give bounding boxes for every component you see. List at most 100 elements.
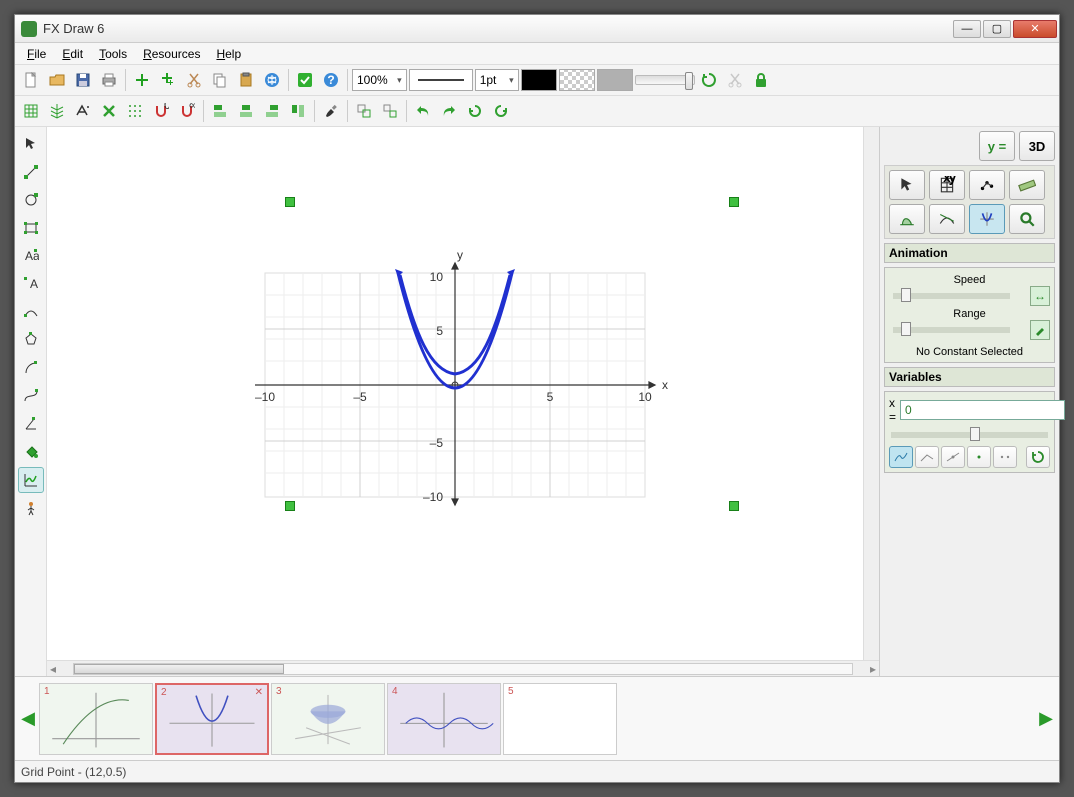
- fill-tool[interactable]: [18, 439, 44, 465]
- grid-icon[interactable]: [19, 99, 43, 123]
- menu-resources[interactable]: Resources: [135, 45, 208, 63]
- stroke-color-swatch[interactable]: [521, 69, 557, 91]
- curve-tool[interactable]: [18, 299, 44, 325]
- undo-icon[interactable]: [411, 99, 435, 123]
- rect-tool[interactable]: [18, 215, 44, 241]
- function-mode-icon[interactable]: [969, 204, 1005, 234]
- isometric-grid-icon[interactable]: [45, 99, 69, 123]
- ungroup-icon[interactable]: [378, 99, 402, 123]
- var-mode-4-icon[interactable]: [967, 446, 991, 468]
- refresh-variable-icon[interactable]: [1026, 446, 1050, 468]
- recycle-icon[interactable]: [697, 68, 721, 92]
- text-snap-icon[interactable]: [71, 99, 95, 123]
- zoom-mode-icon[interactable]: [1009, 204, 1045, 234]
- pattern-swatch[interactable]: [559, 69, 595, 91]
- thumb-1[interactable]: 1: [39, 683, 153, 755]
- check-button[interactable]: [293, 68, 317, 92]
- pointer-mode-icon[interactable]: [889, 170, 925, 200]
- maximize-button[interactable]: ▢: [983, 20, 1011, 38]
- menu-help[interactable]: Help: [208, 45, 249, 63]
- opacity-slider[interactable]: [635, 75, 695, 85]
- vertical-scrollbar[interactable]: [863, 127, 879, 660]
- window-buttons: — ▢ ✕: [953, 20, 1057, 38]
- magnet-inf-icon[interactable]: ∞: [175, 99, 199, 123]
- close-button[interactable]: ✕: [1013, 20, 1057, 38]
- y-equals-button[interactable]: y =: [979, 131, 1015, 161]
- menu-tools[interactable]: Tools: [91, 45, 135, 63]
- new-button[interactable]: [19, 68, 43, 92]
- variable-input[interactable]: [900, 400, 1065, 420]
- rotate-right-icon[interactable]: [489, 99, 513, 123]
- integral-mode-icon[interactable]: [889, 204, 925, 234]
- statusbar: Grid Point - (12,0.5): [15, 760, 1059, 782]
- horizontal-scrollbar[interactable]: ◂ ▸: [47, 660, 879, 676]
- redo-icon[interactable]: [437, 99, 461, 123]
- brush-icon[interactable]: [319, 99, 343, 123]
- polygon-tool[interactable]: [18, 327, 44, 353]
- menu-edit[interactable]: Edit: [54, 45, 91, 63]
- thumb-prev-button[interactable]: ◀: [19, 689, 37, 749]
- align-top-icon[interactable]: [286, 99, 310, 123]
- points-mode-icon[interactable]: [969, 170, 1005, 200]
- var-mode-1-icon[interactable]: [889, 446, 913, 468]
- tangent-mode-icon[interactable]: [929, 204, 965, 234]
- thumb-2[interactable]: 2✕: [155, 683, 269, 755]
- magnet-0-icon[interactable]: 0: [149, 99, 173, 123]
- minimize-button[interactable]: —: [953, 20, 981, 38]
- speed-slider[interactable]: [893, 293, 1010, 299]
- thumb-4[interactable]: 4: [387, 683, 501, 755]
- selection-handle-tl[interactable]: [285, 197, 295, 207]
- canvas[interactable]: –10–5 510 105 –5–10 x y: [47, 127, 863, 660]
- bezier-tool[interactable]: [18, 383, 44, 409]
- dots-grid-icon[interactable]: [123, 99, 147, 123]
- add-button[interactable]: [130, 68, 154, 92]
- print-button[interactable]: [97, 68, 121, 92]
- selection-handle-br[interactable]: [729, 501, 739, 511]
- selection-handle-tr[interactable]: [729, 197, 739, 207]
- person-tool[interactable]: [18, 495, 44, 521]
- add-multi-button[interactable]: [156, 68, 180, 92]
- zoom-combo[interactable]: 100%: [352, 69, 407, 91]
- thumb-5[interactable]: 5: [503, 683, 617, 755]
- edit-range-icon[interactable]: [1030, 320, 1050, 340]
- pointer-tool[interactable]: [18, 131, 44, 157]
- var-mode-2-icon[interactable]: [915, 446, 939, 468]
- thumb-3[interactable]: 3: [271, 683, 385, 755]
- angle-tool[interactable]: [18, 411, 44, 437]
- open-button[interactable]: [45, 68, 69, 92]
- menubar: File Edit Tools Resources Help: [15, 43, 1059, 65]
- variable-slider[interactable]: [891, 432, 1048, 438]
- link-button[interactable]: [260, 68, 284, 92]
- align-left-icon[interactable]: [208, 99, 232, 123]
- lock-icon[interactable]: [749, 68, 773, 92]
- loop-icon[interactable]: ↔: [1030, 286, 1050, 306]
- ruler-mode-icon[interactable]: [1009, 170, 1045, 200]
- fill-color-swatch[interactable]: [597, 69, 633, 91]
- arc-tool[interactable]: [18, 355, 44, 381]
- line-tool[interactable]: [18, 159, 44, 185]
- line-style-combo[interactable]: [409, 69, 473, 91]
- graph-tool[interactable]: [18, 467, 44, 493]
- thumb-next-button[interactable]: ▶: [1037, 689, 1055, 749]
- page-thumbnails: ◀ 1 2✕ 3 4 5 ▶: [15, 676, 1059, 760]
- menu-file[interactable]: File: [19, 45, 54, 63]
- label-tool[interactable]: A: [18, 271, 44, 297]
- align-center-icon[interactable]: [234, 99, 258, 123]
- table-mode-icon[interactable]: xy: [929, 170, 965, 200]
- delete-icon[interactable]: [97, 99, 121, 123]
- text-tool[interactable]: Aa: [18, 243, 44, 269]
- help-button[interactable]: ?: [319, 68, 343, 92]
- group-icon[interactable]: [352, 99, 376, 123]
- range-slider[interactable]: [893, 327, 1010, 333]
- copy-button[interactable]: [208, 68, 232, 92]
- var-mode-3-icon[interactable]: [941, 446, 965, 468]
- rotate-left-icon[interactable]: [463, 99, 487, 123]
- align-right-icon[interactable]: [260, 99, 284, 123]
- cut-button[interactable]: [182, 68, 206, 92]
- save-button[interactable]: [71, 68, 95, 92]
- circle-tool[interactable]: [18, 187, 44, 213]
- var-mode-5-icon[interactable]: [993, 446, 1017, 468]
- paste-button[interactable]: [234, 68, 258, 92]
- line-width-combo[interactable]: 1pt: [475, 69, 519, 91]
- three-d-button[interactable]: 3D: [1019, 131, 1055, 161]
